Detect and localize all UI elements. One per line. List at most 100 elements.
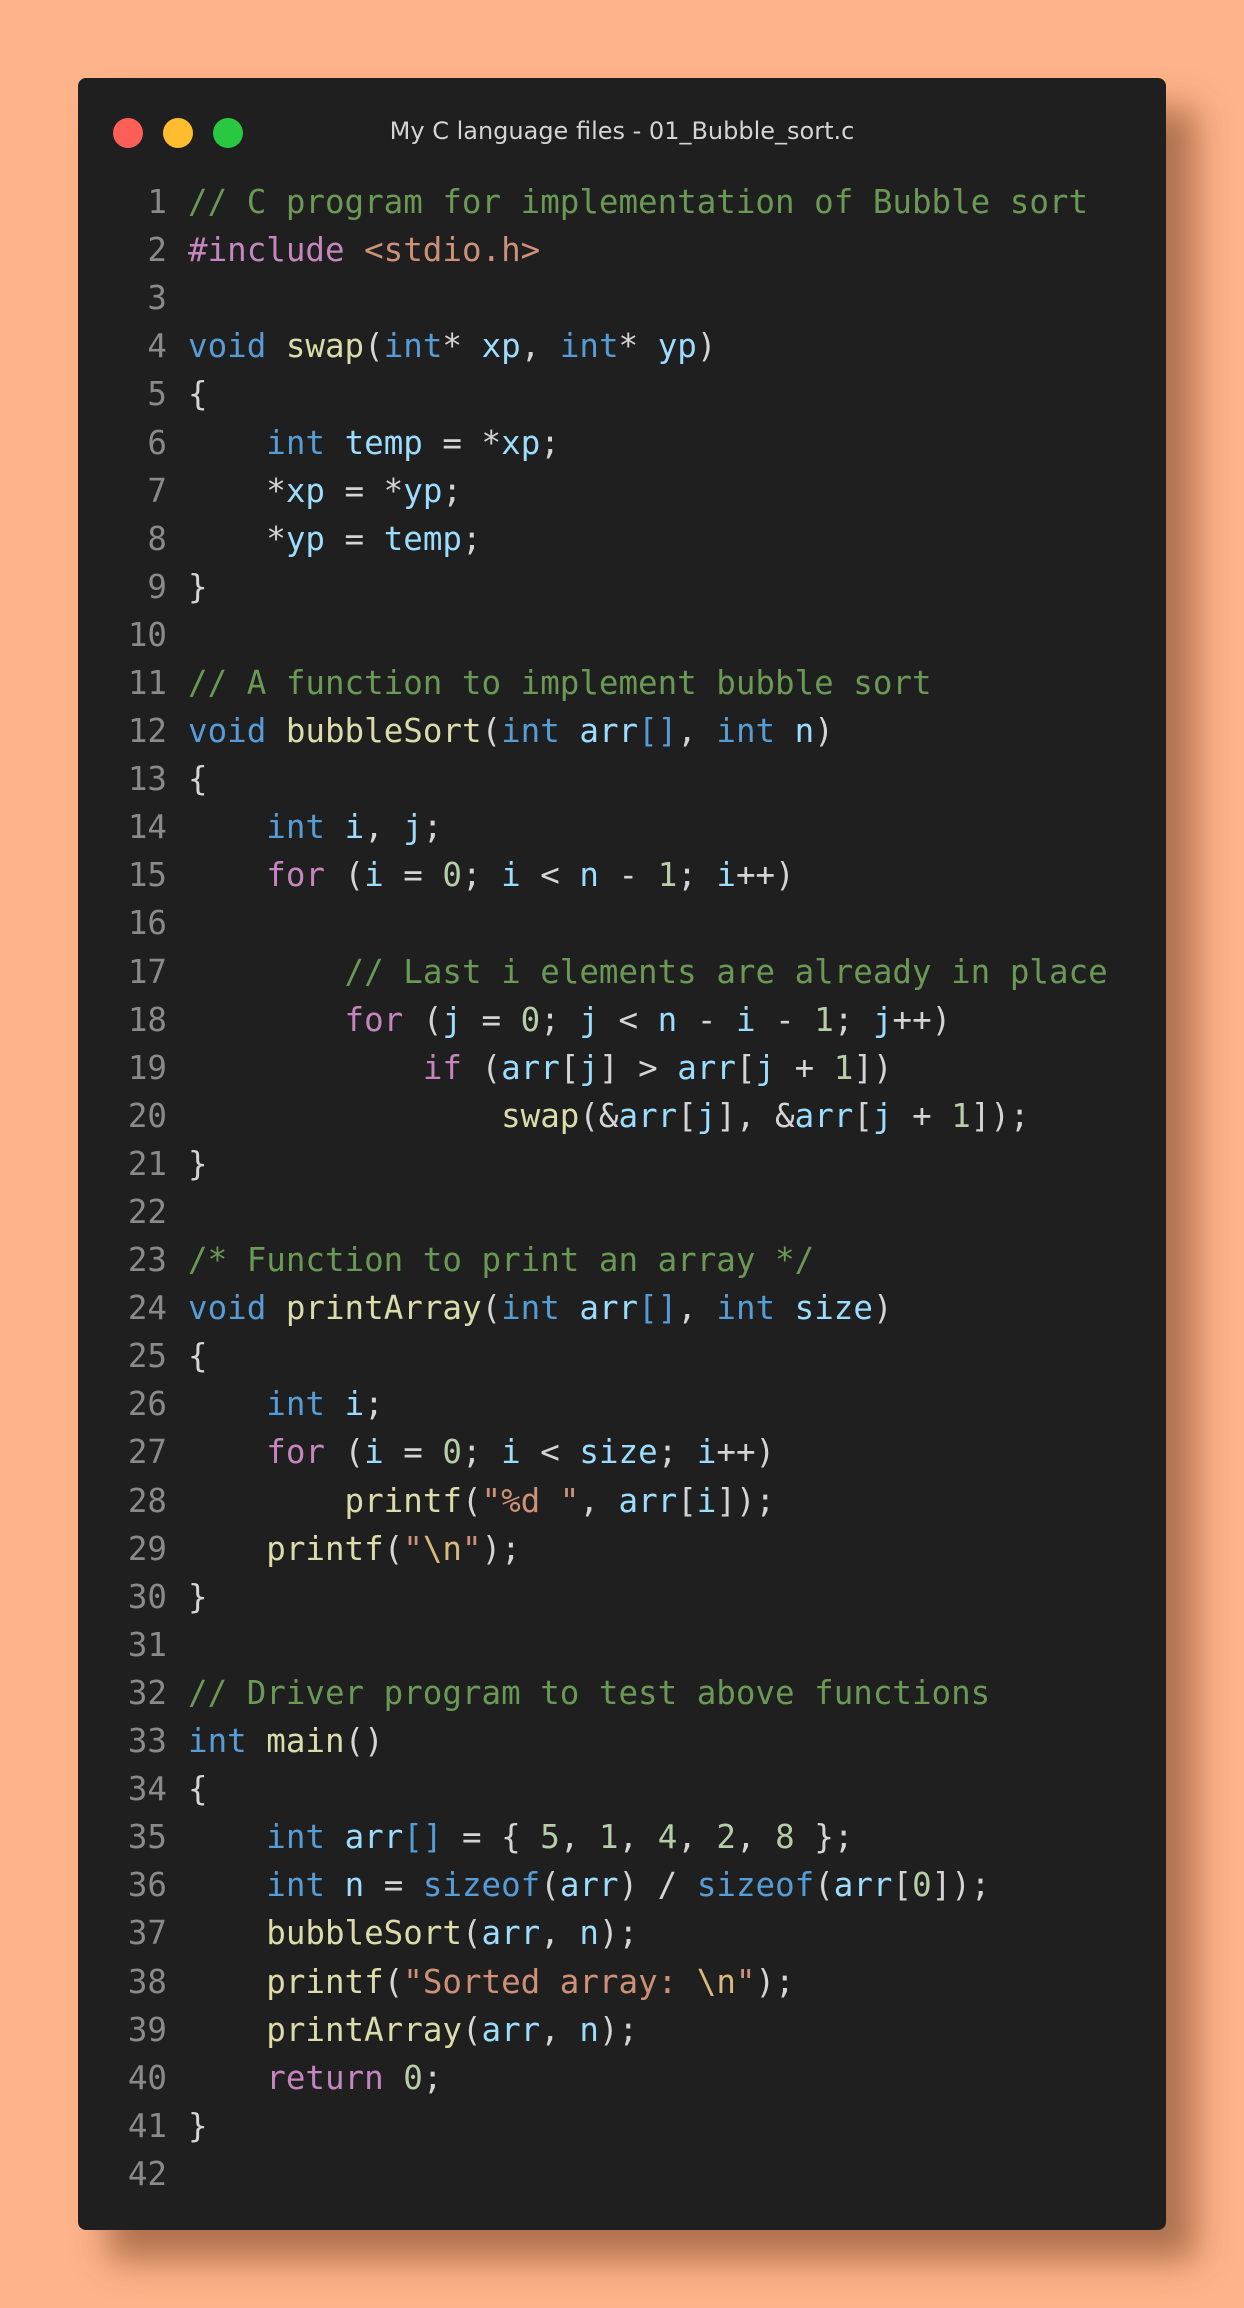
code-line: 22 bbox=[78, 1188, 1166, 1236]
code-text: int n = sizeof(arr) / sizeof(arr[0]); bbox=[188, 1866, 990, 1904]
code-line: 7 *xp = *yp; bbox=[78, 467, 1166, 515]
code-token: ] > bbox=[598, 1048, 678, 1087]
code-token: n bbox=[794, 712, 815, 751]
code-line: 41} bbox=[78, 2102, 1166, 2150]
line-number: 33 bbox=[127, 1722, 167, 1761]
line-number: 7 bbox=[147, 471, 167, 510]
code-token: j bbox=[872, 1000, 893, 1039]
code-token: \n bbox=[422, 1529, 462, 1568]
code-token: " bbox=[461, 1529, 482, 1568]
code-token: ; bbox=[833, 1000, 873, 1039]
code-token: i bbox=[501, 1433, 521, 1472]
code-token: ( bbox=[461, 1048, 502, 1087]
code-text: if (arr[j] > arr[j + 1]) bbox=[188, 1049, 893, 1087]
code-line: 26 int i; bbox=[78, 1380, 1166, 1428]
code-token: \n bbox=[696, 1962, 736, 2001]
code-text: } bbox=[188, 568, 208, 606]
code-line: 9} bbox=[78, 563, 1166, 611]
code-token: int bbox=[188, 1722, 247, 1761]
code-token: , bbox=[364, 808, 404, 847]
line-number: 2 bbox=[147, 231, 167, 270]
window-title: My C language files - 01_Bubble_sort.c bbox=[389, 117, 855, 145]
code-token: = * bbox=[324, 471, 404, 510]
code-line: 29 printf("\n"); bbox=[78, 1525, 1166, 1573]
code-token: ); bbox=[598, 2010, 639, 2049]
code-token: "%d " bbox=[481, 1481, 580, 1520]
code-token: ( bbox=[481, 1289, 502, 1328]
code-line: 18 for (j = 0; j < n - i - 1; j++) bbox=[78, 996, 1166, 1044]
code-text: *yp = temp; bbox=[188, 519, 481, 558]
code-token: j bbox=[872, 1096, 893, 1135]
code-line: 13 { bbox=[78, 755, 1166, 803]
code-token: int bbox=[716, 712, 776, 751]
code-token: ]) bbox=[853, 1048, 893, 1087]
code-token: n bbox=[579, 1914, 599, 1953]
code-token: if bbox=[422, 1048, 462, 1087]
line-number: 40 bbox=[127, 2058, 167, 2097]
code-text: { bbox=[188, 760, 208, 798]
code-token: i bbox=[716, 856, 736, 895]
code-token: swap bbox=[285, 327, 365, 366]
line-number: 39 bbox=[127, 2010, 167, 2049]
code-line: 25 { bbox=[78, 1332, 1166, 1380]
code-line: 3 bbox=[78, 274, 1166, 322]
code-text: for (i = 0; i < size; i++) bbox=[188, 1433, 775, 1471]
code-token: printArray bbox=[285, 1289, 482, 1328]
code-token: sizeof bbox=[422, 1866, 541, 1905]
code-text: void printArray(int arr[], int size) bbox=[188, 1289, 893, 1327]
code-token: for bbox=[266, 1433, 325, 1472]
code-token: // Last i elements are already in place bbox=[344, 952, 1108, 991]
line-number: 1 bbox=[147, 183, 167, 222]
line-number: 37 bbox=[127, 1914, 167, 1953]
code-token: } bbox=[188, 2106, 208, 2145]
code-text: swap(&arr[j], &arr[j + 1]); bbox=[188, 1097, 1029, 1135]
code-token: , bbox=[677, 1818, 717, 1857]
code-token: bubbleSort bbox=[285, 712, 482, 751]
code-token: n bbox=[579, 856, 599, 895]
line-number: 4 bbox=[147, 327, 167, 366]
code-token: [ bbox=[677, 1096, 697, 1135]
code-text: #include <stdio.h> bbox=[188, 231, 540, 269]
code-text: int i, j; bbox=[188, 808, 442, 846]
code-token: n bbox=[657, 1000, 678, 1039]
code-token: + bbox=[892, 1096, 952, 1135]
title-bar: My C language files - 01_Bubble_sort.c bbox=[78, 78, 1166, 188]
code-line: 8 *yp = temp; bbox=[78, 515, 1166, 563]
code-token: ) bbox=[696, 327, 717, 366]
code-token: #include bbox=[188, 231, 365, 270]
line-number: 35 bbox=[127, 1818, 167, 1857]
code-token: ) bbox=[872, 1289, 893, 1328]
code-token: ( bbox=[324, 1433, 365, 1472]
code-line: 14 int i, j; bbox=[78, 803, 1166, 851]
code-token: yp bbox=[657, 327, 697, 366]
line-number: 38 bbox=[127, 1962, 167, 2001]
code-token: = bbox=[383, 1433, 443, 1472]
code-token: ( bbox=[364, 327, 384, 366]
code-token: yp bbox=[403, 471, 443, 510]
line-number: 22 bbox=[127, 1193, 167, 1232]
code-line: 38 printf("Sorted array: \n"); bbox=[78, 1957, 1166, 2005]
code-token: } bbox=[188, 567, 208, 606]
code-text: bubbleSort(arr, n); bbox=[188, 1914, 638, 1952]
code-token: * bbox=[188, 519, 286, 558]
code-token: sizeof bbox=[696, 1866, 815, 1905]
code-token: i bbox=[344, 808, 365, 847]
code-token: ], & bbox=[716, 1096, 795, 1135]
code-token: , bbox=[677, 712, 717, 751]
code-text: // Last i elements are already in place bbox=[188, 953, 1108, 991]
code-token: ( bbox=[540, 1866, 560, 1905]
code-token: i bbox=[364, 1433, 384, 1472]
code-line: 30} bbox=[78, 1573, 1166, 1621]
code-token: ++) bbox=[716, 1433, 776, 1472]
